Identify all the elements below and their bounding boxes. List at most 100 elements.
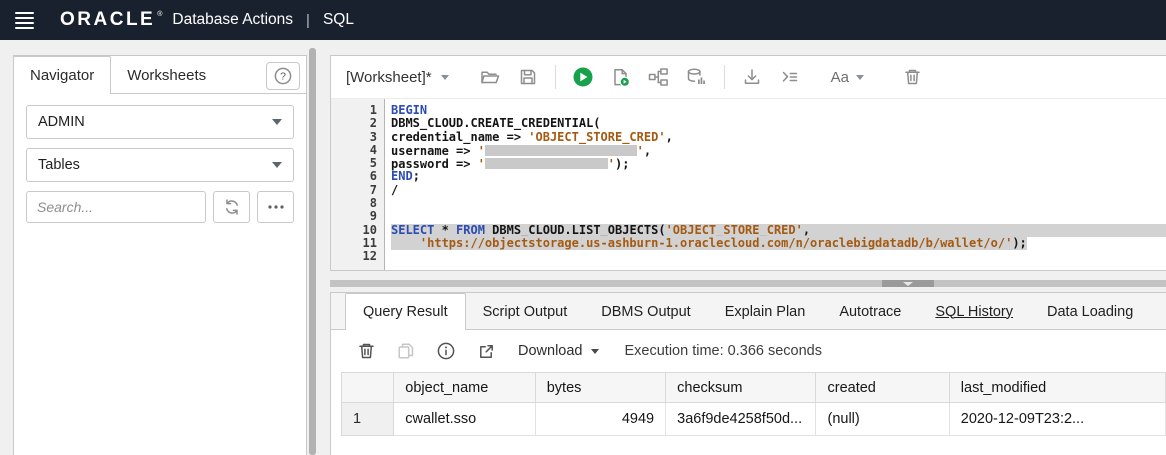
tab-sql-history[interactable]: SQL History xyxy=(918,293,1030,330)
run-icon xyxy=(573,67,593,87)
explain-plan-button[interactable] xyxy=(640,61,678,93)
schema-select[interactable]: ADMIN xyxy=(26,105,294,139)
column-header-last_modified[interactable]: last_modified xyxy=(948,372,1166,403)
download-results-button[interactable]: Download xyxy=(518,343,599,359)
editor-code[interactable]: BEGIN DBMS_CLOUD.CREATE_CREDENTIAL(creden… xyxy=(385,99,1166,270)
format-indent-icon xyxy=(782,71,797,82)
code-line[interactable]: / xyxy=(391,183,1166,197)
line-number: 3 xyxy=(369,129,377,144)
svg-text:?: ? xyxy=(280,71,286,83)
code-line[interactable]: END; xyxy=(391,170,1166,183)
more-actions-button[interactable] xyxy=(257,191,294,223)
code-line[interactable]: credential_name => 'OBJECT_STORE_CRED', xyxy=(391,130,1166,144)
worksheet-selector[interactable]: [Worksheet]* xyxy=(346,69,449,86)
worksheet-title: [Worksheet]* xyxy=(346,68,432,86)
run-script-icon xyxy=(613,68,630,87)
line-number: 4 xyxy=(369,142,377,157)
menu-icon[interactable] xyxy=(15,11,34,29)
refresh-button[interactable] xyxy=(213,191,250,223)
execution-time: Execution time: 0.366 seconds xyxy=(624,343,822,359)
tab-data-loading[interactable]: Data Loading xyxy=(1030,293,1150,330)
tab-navigator[interactable]: Navigator xyxy=(13,56,112,94)
search-input[interactable] xyxy=(26,191,206,223)
registered-mark: ® xyxy=(157,11,163,18)
toolbar-divider xyxy=(723,65,725,89)
results-panel: Query Result Script Output DBMS Output Expl… xyxy=(330,292,1166,455)
code-line[interactable]: username => ' ', xyxy=(391,144,1166,157)
code-line[interactable]: 'https://objectstorage.us-ashburn-1.orac… xyxy=(391,235,1166,250)
table-cell[interactable]: 1 xyxy=(341,402,395,436)
format-button[interactable] xyxy=(771,61,809,93)
results-tab-bar: Query Result Script Output DBMS Output Expl… xyxy=(331,293,1166,330)
line-number: 1 xyxy=(369,103,377,117)
context-title: SQL xyxy=(322,11,354,28)
results-toolbar: Download Execution time: 0.366 seconds xyxy=(331,330,1166,372)
line-number: 12 xyxy=(362,249,377,264)
table-cell[interactable]: 2020-12-09T23:2... xyxy=(948,402,1166,436)
code-line[interactable] xyxy=(391,250,1166,263)
search-row xyxy=(26,191,294,223)
ellipsis-icon xyxy=(267,205,284,209)
discard-results-button[interactable] xyxy=(346,335,386,367)
table-cell[interactable]: 4949 xyxy=(534,402,667,436)
chevron-down-icon xyxy=(440,74,449,80)
code-editor[interactable]: 1 2 3 4 5 6 7 8 9 10 11 12 BEGIN DBMS_CLOUD.CREATE_C… xyxy=(331,99,1166,270)
copy-results-button[interactable] xyxy=(386,335,426,367)
clear-worksheet-button[interactable] xyxy=(894,61,932,93)
column-header[interactable] xyxy=(341,372,395,403)
tab-dbms-output[interactable]: DBMS Output xyxy=(584,293,707,330)
collapse-handle[interactable] xyxy=(882,280,934,287)
line-number: 8 xyxy=(369,196,377,211)
tab-query-result[interactable]: Query Result xyxy=(345,293,466,330)
tab-explain-plan[interactable]: Explain Plan xyxy=(708,293,823,330)
navigator-tab-bar: Navigator Worksheets xyxy=(13,56,306,94)
info-button[interactable] xyxy=(426,335,466,367)
copy-icon xyxy=(398,343,414,359)
tab-worksheets[interactable]: Worksheets xyxy=(111,56,222,94)
navigator-body: ADMIN Tables xyxy=(14,94,306,234)
line-number: 11 xyxy=(362,235,377,250)
code-line[interactable]: DBMS_CLOUD.CREATE_CREDENTIAL( xyxy=(391,117,1166,130)
panel-splitter-vertical[interactable] xyxy=(309,48,316,455)
line-number: 2 xyxy=(369,116,377,131)
floppy-disk-icon xyxy=(520,69,535,85)
run-script-button[interactable] xyxy=(602,61,640,93)
run-button[interactable] xyxy=(564,61,602,93)
column-header-created[interactable]: created xyxy=(815,372,950,403)
table-cell[interactable]: 3a6f9de4258f50d... xyxy=(665,402,817,436)
tab-autotrace[interactable]: Autotrace xyxy=(822,293,918,330)
object-type-select[interactable]: Tables xyxy=(26,148,294,182)
code-line[interactable]: BEGIN xyxy=(391,103,1166,117)
results-table-wrap: object_name bytes checksum created last_modi… xyxy=(341,372,1166,455)
open-in-new-button[interactable] xyxy=(466,335,506,367)
panel-splitter-horizontal[interactable] xyxy=(330,280,1166,287)
top-bar: ORACLE ® Database Actions | SQL xyxy=(0,0,1166,40)
tab-script-output[interactable]: Script Output xyxy=(466,293,585,330)
open-in-new-icon xyxy=(479,344,493,358)
toolbar-divider xyxy=(554,65,556,89)
line-number: 7 xyxy=(369,182,377,197)
code-line[interactable]: SELECT * FROM DBMS_CLOUD.LIST_OBJECTS('O… xyxy=(391,223,1166,237)
download-icon xyxy=(744,69,759,85)
code-line[interactable] xyxy=(391,197,1166,210)
save-button[interactable] xyxy=(509,61,547,93)
font-settings-button[interactable]: Aa xyxy=(827,61,868,93)
download-editor-button[interactable] xyxy=(733,61,771,93)
table-cell[interactable]: (null) xyxy=(815,402,950,436)
chevron-down-icon xyxy=(272,162,282,168)
code-line[interactable] xyxy=(391,210,1166,223)
oracle-logo: ORACLE ® xyxy=(60,9,162,31)
column-header-object_name[interactable]: object_name xyxy=(393,372,536,403)
schema-select-value: ADMIN xyxy=(38,114,85,130)
open-file-button[interactable] xyxy=(471,61,509,93)
table-cell[interactable]: cwallet.sso xyxy=(393,402,536,436)
code-line[interactable]: password => ' '); xyxy=(391,157,1166,171)
column-header-checksum[interactable]: checksum xyxy=(665,372,817,403)
table-row[interactable]: 1 cwallet.sso 4949 3a6f9de4258f50d... (null)… xyxy=(341,402,1166,436)
autotrace-button[interactable] xyxy=(678,61,716,93)
help-button[interactable]: ? xyxy=(266,62,300,90)
results-table: object_name bytes checksum created last_modi… xyxy=(341,372,1166,436)
font-size-label: Aa xyxy=(830,68,849,86)
chevron-down-icon xyxy=(903,281,913,286)
column-header-bytes[interactable]: bytes xyxy=(534,372,667,403)
